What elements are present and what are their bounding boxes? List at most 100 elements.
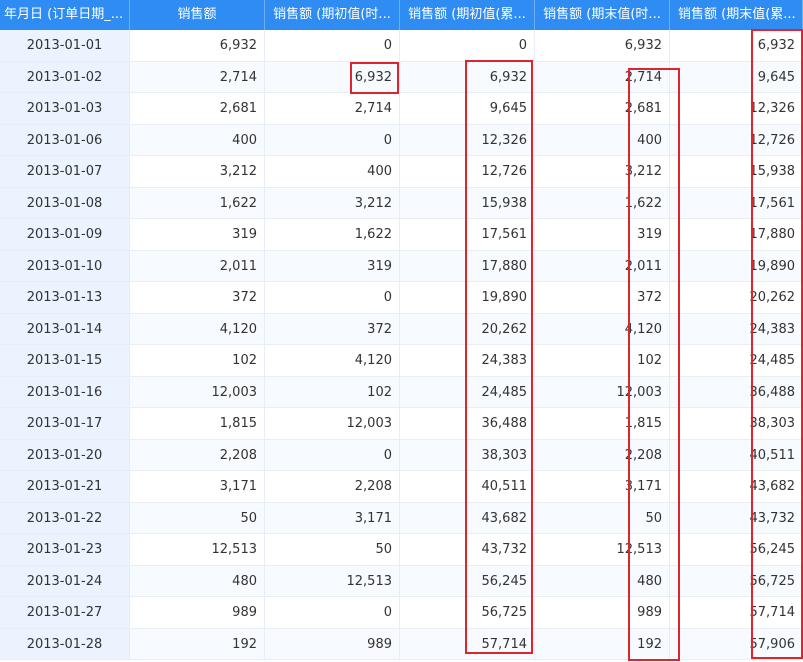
table-cell-initial-period-column: 3,212	[265, 187, 400, 219]
table-cell-initial-period-column: 12,003	[265, 408, 400, 440]
table-cell-initial-cumulative-column: 24,383	[400, 345, 535, 377]
table-cell-initial-period-column: 1,622	[265, 219, 400, 251]
table-cell-ending-period-column: 3,212	[535, 156, 670, 188]
table-row[interactable]: 2013-01-10 2,011 319 17,880 2,011 19,890	[0, 250, 803, 282]
table-cell-initial-period-column: 400	[265, 156, 400, 188]
table-cell-date-column: 2013-01-16	[0, 376, 130, 408]
table-cell-sales-column: 4,120	[130, 313, 265, 345]
table-cell-ending-period-column: 2,714	[535, 61, 670, 93]
column-header-ending-period-column[interactable]: 销售额 (期末值(时...	[535, 0, 670, 30]
table-cell-date-column: 2013-01-28	[0, 628, 130, 660]
table-row[interactable]: 2013-01-07 3,212 400 12,726 3,212 15,938	[0, 156, 803, 188]
table-cell-ending-cumulative-column: 40,511	[670, 439, 803, 471]
table-row[interactable]: 2013-01-08 1,622 3,212 15,938 1,622 17,561	[0, 187, 803, 219]
table-cell-ending-period-column: 12,003	[535, 376, 670, 408]
table-cell-ending-cumulative-column: 43,682	[670, 471, 803, 503]
table-cell-initial-cumulative-column: 17,561	[400, 219, 535, 251]
table-cell-initial-period-column: 0	[265, 124, 400, 156]
table-cell-sales-column: 2,714	[130, 61, 265, 93]
table-cell-initial-cumulative-column: 20,262	[400, 313, 535, 345]
table-cell-initial-period-column: 2,208	[265, 471, 400, 503]
table-cell-initial-cumulative-column: 43,682	[400, 502, 535, 534]
table-cell-sales-column: 102	[130, 345, 265, 377]
table-cell-ending-period-column: 192	[535, 628, 670, 660]
table-row[interactable]: 2013-01-22 50 3,171 43,682 50 43,732	[0, 502, 803, 534]
column-header-sales-column[interactable]: 销售额	[130, 0, 265, 30]
table-row[interactable]: 2013-01-16 12,003 102 24,485 12,003 36,488	[0, 376, 803, 408]
table-row[interactable]: 2013-01-03 2,681 2,714 9,645 2,681 12,326	[0, 93, 803, 125]
table-row[interactable]: 2013-01-14 4,120 372 20,262 4,120 24,383	[0, 313, 803, 345]
table-cell-ending-period-column: 1,622	[535, 187, 670, 219]
table-cell-date-column: 2013-01-20	[0, 439, 130, 471]
table-cell-ending-period-column: 12,513	[535, 534, 670, 566]
table-cell-initial-period-column: 2,714	[265, 93, 400, 125]
table-row[interactable]: 2013-01-20 2,208 0 38,303 2,208 40,511	[0, 439, 803, 471]
table-cell-initial-cumulative-column: 17,880	[400, 250, 535, 282]
table-cell-date-column: 2013-01-27	[0, 597, 130, 629]
table-cell-initial-period-column: 0	[265, 30, 400, 62]
table-cell-ending-cumulative-column: 56,725	[670, 565, 803, 597]
table-cell-date-column: 2013-01-15	[0, 345, 130, 377]
table-cell-date-column: 2013-01-02	[0, 61, 130, 93]
table-row[interactable]: 2013-01-09 319 1,622 17,561 319 17,880	[0, 219, 803, 251]
table-row[interactable]: 2013-01-06 400 0 12,326 400 12,726	[0, 124, 803, 156]
table-cell-ending-period-column: 6,932	[535, 30, 670, 62]
table-cell-initial-cumulative-column: 15,938	[400, 187, 535, 219]
table-row[interactable]: 2013-01-13 372 0 19,890 372 20,262	[0, 282, 803, 314]
table-cell-ending-cumulative-column: 36,488	[670, 376, 803, 408]
table-row[interactable]: 2013-01-28 192 989 57,714 192 57,906	[0, 628, 803, 660]
table-row[interactable]: 2013-01-02 2,714 6,932 6,932 2,714 9,645	[0, 61, 803, 93]
table-cell-ending-cumulative-column: 56,245	[670, 534, 803, 566]
table-cell-ending-cumulative-column: 17,880	[670, 219, 803, 251]
table-cell-initial-period-column: 0	[265, 282, 400, 314]
table-cell-initial-cumulative-column: 12,326	[400, 124, 535, 156]
table-cell-date-column: 2013-01-14	[0, 313, 130, 345]
table-cell-sales-column: 3,212	[130, 156, 265, 188]
table-row[interactable]: 2013-01-01 6,932 0 0 6,932 6,932	[0, 30, 803, 62]
table-cell-ending-cumulative-column: 17,561	[670, 187, 803, 219]
column-header-initial-cumulative-column[interactable]: 销售额 (期初值(累...	[400, 0, 535, 30]
table-cell-sales-column: 2,208	[130, 439, 265, 471]
table-cell-sales-column: 400	[130, 124, 265, 156]
table-cell-sales-column: 989	[130, 597, 265, 629]
table-cell-ending-cumulative-column: 19,890	[670, 250, 803, 282]
table-row[interactable]: 2013-01-24 480 12,513 56,245 480 56,725	[0, 565, 803, 597]
table-cell-initial-period-column: 50	[265, 534, 400, 566]
table-row[interactable]: 2013-01-21 3,171 2,208 40,511 3,171 43,682	[0, 471, 803, 503]
table-cell-sales-column: 6,932	[130, 30, 265, 62]
table-cell-initial-period-column: 989	[265, 628, 400, 660]
table-cell-initial-cumulative-column: 24,485	[400, 376, 535, 408]
column-header-ending-cumulative-column[interactable]: 销售额 (期末值(累...	[670, 0, 803, 30]
table-cell-date-column: 2013-01-03	[0, 93, 130, 125]
table-cell-initial-cumulative-column: 0	[400, 30, 535, 62]
column-header-initial-period-column[interactable]: 销售额 (期初值(时...	[265, 0, 400, 30]
table-cell-date-column: 2013-01-22	[0, 502, 130, 534]
table-cell-initial-cumulative-column: 57,714	[400, 628, 535, 660]
table-cell-date-column: 2013-01-21	[0, 471, 130, 503]
table-cell-ending-cumulative-column: 9,645	[670, 61, 803, 93]
table-row[interactable]: 2013-01-23 12,513 50 43,732 12,513 56,245	[0, 534, 803, 566]
table-cell-ending-period-column: 2,681	[535, 93, 670, 125]
table-cell-initial-cumulative-column: 9,645	[400, 93, 535, 125]
table-cell-initial-cumulative-column: 38,303	[400, 439, 535, 471]
table-cell-date-column: 2013-01-08	[0, 187, 130, 219]
table-cell-ending-period-column: 1,815	[535, 408, 670, 440]
table-cell-date-column: 2013-01-24	[0, 565, 130, 597]
table-cell-ending-period-column: 3,171	[535, 471, 670, 503]
table-cell-date-column: 2013-01-06	[0, 124, 130, 156]
table-cell-ending-period-column: 50	[535, 502, 670, 534]
table-row[interactable]: 2013-01-17 1,815 12,003 36,488 1,815 38,303	[0, 408, 803, 440]
table-cell-initial-period-column: 0	[265, 597, 400, 629]
table-cell-initial-cumulative-column: 19,890	[400, 282, 535, 314]
table-cell-sales-column: 480	[130, 565, 265, 597]
table-cell-date-column: 2013-01-23	[0, 534, 130, 566]
table-cell-date-column: 2013-01-01	[0, 30, 130, 62]
column-header-date-column[interactable]: 年月日 (订单日期_...	[0, 0, 130, 30]
table-row[interactable]: 2013-01-27 989 0 56,725 989 57,714	[0, 597, 803, 629]
table-cell-ending-period-column: 372	[535, 282, 670, 314]
table-cell-ending-period-column: 4,120	[535, 313, 670, 345]
table-cell-initial-period-column: 6,932	[265, 61, 400, 93]
table-cell-sales-column: 12,003	[130, 376, 265, 408]
table-cell-ending-period-column: 989	[535, 597, 670, 629]
table-row[interactable]: 2013-01-15 102 4,120 24,383 102 24,485	[0, 345, 803, 377]
